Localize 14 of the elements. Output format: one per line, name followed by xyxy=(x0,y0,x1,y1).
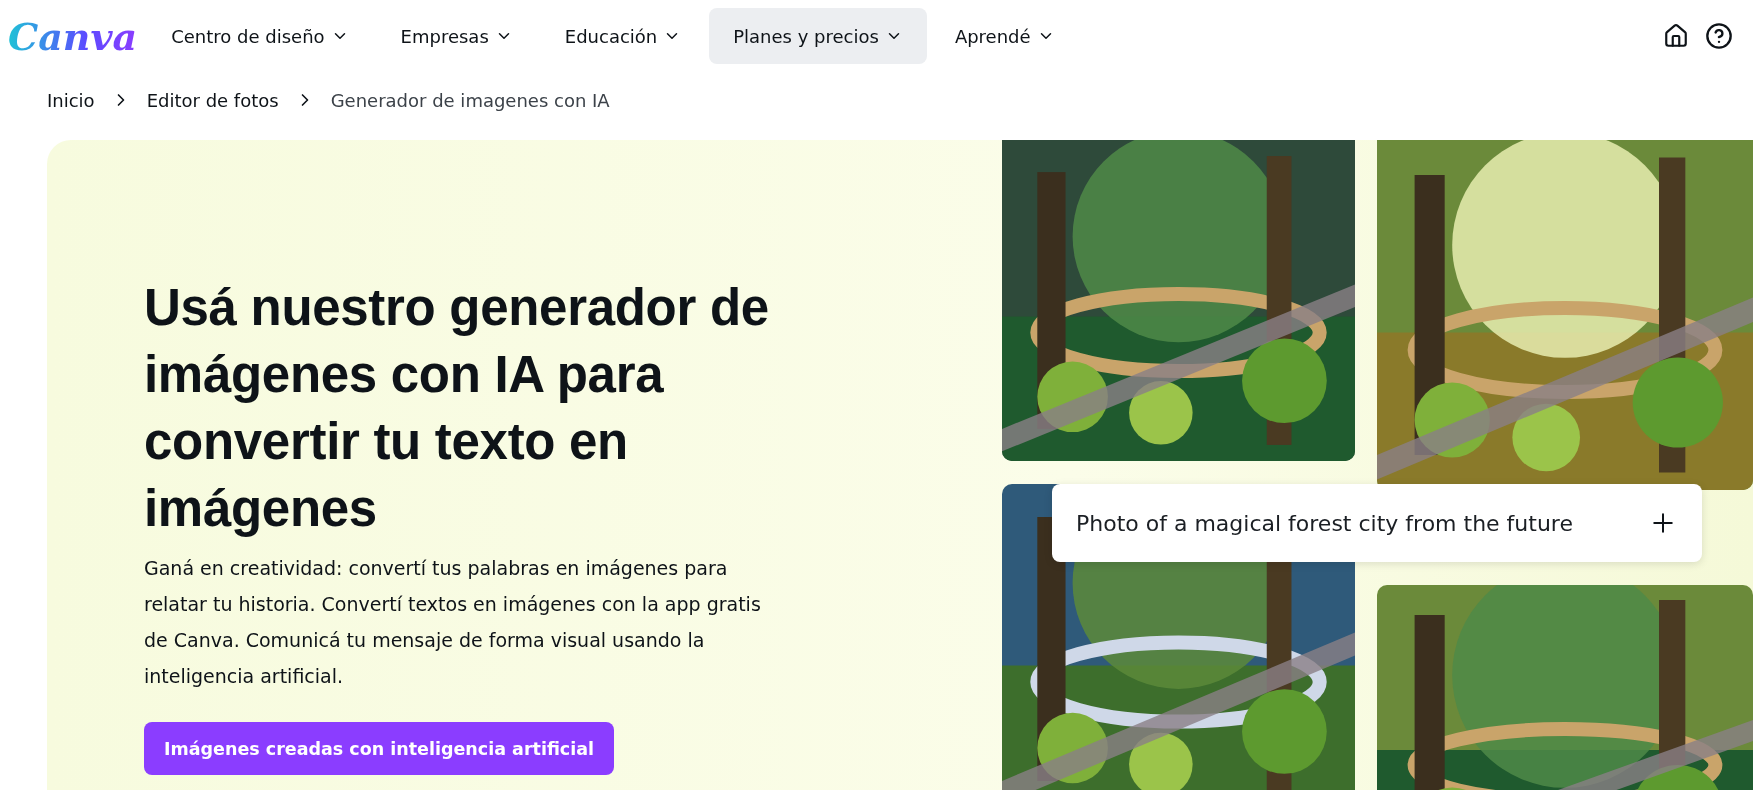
nav-menu-item[interactable]: Centro de diseño xyxy=(147,8,373,64)
prompt-text: Photo of a magical forest city from the future xyxy=(1076,510,1573,536)
ai-images-button[interactable]: Imágenes creadas con inteligencia artificial xyxy=(144,722,615,775)
breadcrumb-link[interactable]: Generador de imagenes con IA xyxy=(330,89,610,111)
nav-menu-item[interactable]: Educación xyxy=(540,8,706,64)
breadcrumb-link[interactable]: Inicio xyxy=(47,89,95,111)
nav-menu-item[interactable]: Planes y precios xyxy=(709,8,927,64)
nav-menu-item[interactable]: Aprendé xyxy=(930,8,1079,64)
home-icon xyxy=(1663,23,1689,49)
hero-description: Ganá en creatividad: convertí tus palabras en imágenes para relatar tu historia. Convertí textos en imágenes con la app gratis de Canva. Comunicá tu mensaje de forma visual usando la inteligencia artificial. xyxy=(144,556,762,689)
hero-title: Usá nuestro generador de imágenes con IA para convertir tu texto en imágenes xyxy=(144,278,770,539)
help-icon xyxy=(1705,22,1733,50)
nav-menu-item[interactable]: Empresas xyxy=(376,8,537,64)
breadcrumb-link[interactable]: Editor de fotos xyxy=(146,89,279,111)
